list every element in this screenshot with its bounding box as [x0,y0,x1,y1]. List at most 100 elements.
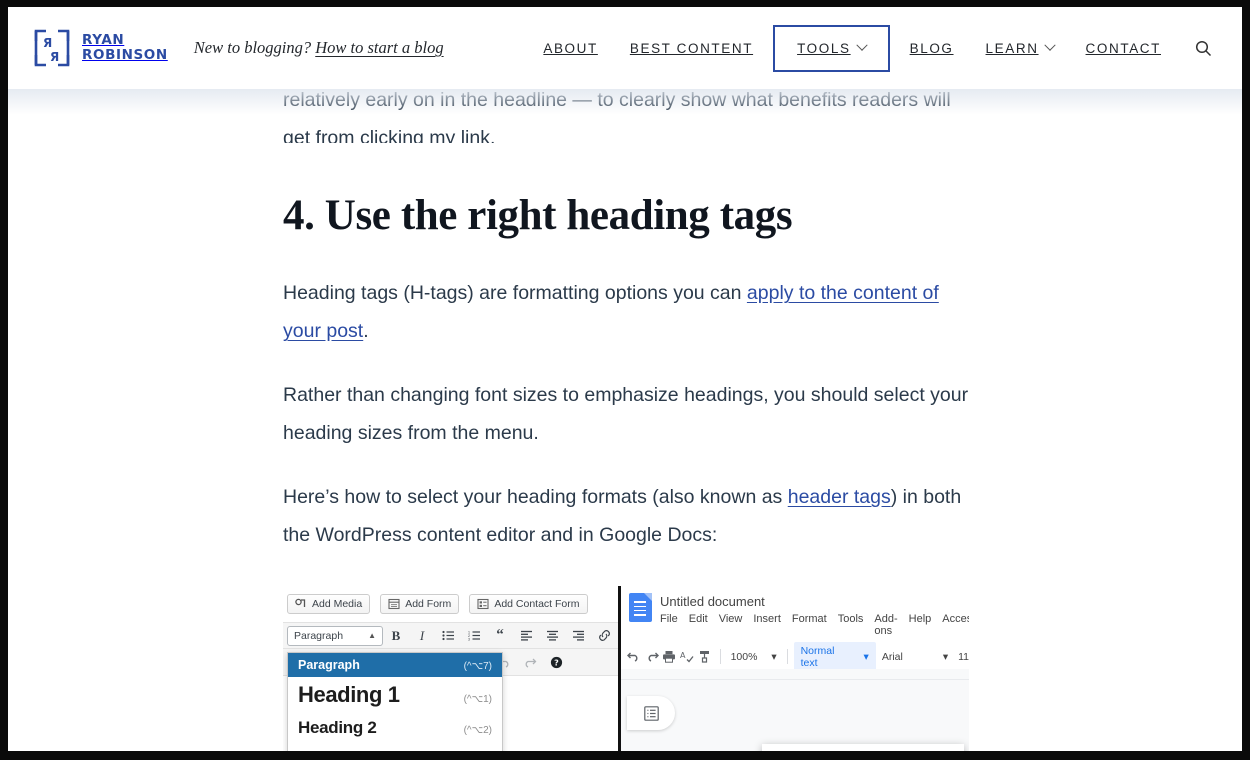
menu-item-view[interactable]: View [719,613,743,637]
add-contact-form-label: Add Contact Form [494,598,579,610]
add-media-button[interactable]: Add Media [287,594,370,614]
paragraph-format-select[interactable]: Paragraph ▲ [287,626,383,646]
menu-item-file[interactable]: File [660,613,678,637]
dropdown-item-heading-2[interactable]: Heading 2 (^⌥2) [288,713,502,743]
chevron-down-icon [856,40,867,51]
clipped-paragraph-text: relatively early on in the headline — to… [283,81,973,143]
font-family-value: Arial [882,651,903,663]
align-center-icon[interactable] [539,622,565,649]
dropdown-shortcut-heading-1: (^⌥1) [464,694,492,705]
svg-text:Я: Я [50,50,59,64]
menu-item-accessibility[interactable]: Acces [942,613,969,637]
bulleted-list-icon[interactable] [435,622,461,649]
paragraph-2: Rather than changing font sizes to empha… [283,376,973,452]
italic-icon[interactable]: I [409,622,435,649]
menu-item-format[interactable]: Format [792,613,827,637]
embedded-screenshot: Add Media Add Form Add Contact Form [283,586,969,751]
search-button[interactable] [1177,32,1226,65]
nav-label-tools: TOOLS [797,41,851,56]
header-tags-link[interactable]: header tags [788,486,891,508]
wordpress-toolbar-row-1: Paragraph ▲ B I 123 “ [283,622,618,649]
google-docs-canvas: ✓ Normal text ▶ Title ▶ [621,680,969,751]
add-media-label: Add Media [312,598,362,610]
dropdown-item-paragraph[interactable]: Paragraph (^⌥7) [288,653,502,677]
dropdown-label-heading-3: Heading 3 [298,748,365,751]
site-header: Я Я RYAN ROBINSON New to blogging? How t… [8,7,1242,89]
nav-item-blog[interactable]: BLOG [894,34,970,63]
redo-icon[interactable] [517,649,543,676]
nav-item-learn[interactable]: LEARN [970,34,1070,63]
font-size-value[interactable]: 11 [954,651,969,663]
add-form-icon [388,598,400,610]
paragraph-format-value: Paragraph [294,630,343,642]
bold-icon[interactable]: B [383,622,409,649]
numbered-list-icon[interactable]: 123 [461,622,487,649]
help-icon[interactable]: ? [543,649,569,676]
nav-item-best-content[interactable]: BEST CONTENT [614,34,769,63]
document-outline-button[interactable] [627,696,675,730]
site-logo[interactable]: Я Я RYAN ROBINSON [32,28,168,68]
menu-item-help[interactable]: Help [909,613,932,637]
svg-text:3: 3 [468,638,470,642]
nav-item-about[interactable]: ABOUT [527,34,614,63]
main-navigation: ABOUT BEST CONTENT TOOLS BLOG LEARN CONT… [527,27,1242,70]
screenshot-frame: Я Я RYAN ROBINSON New to blogging? How t… [0,0,1250,760]
browser-page: Я Я RYAN ROBINSON New to blogging? How t… [8,7,1242,751]
dropdown-label-paragraph: Paragraph [298,658,360,672]
chevron-down-icon: ▾ [771,651,776,663]
clipped-line-1: relatively early on in the headline — to… [283,89,951,111]
dropdown-label-heading-1: Heading 1 [298,682,400,708]
add-media-icon [295,598,307,610]
add-contact-form-icon [477,598,489,610]
svg-text:A: A [680,651,686,660]
how-to-start-a-blog-link[interactable]: How to start a blog [315,38,443,57]
ryan-robinson-logo-mark-icon: Я Я [32,28,72,68]
nav-label-learn: LEARN [986,41,1039,56]
font-family-select[interactable]: Arial ▾ [876,651,954,663]
site-logo-text: RYAN ROBINSON [82,33,168,63]
align-left-icon[interactable] [513,622,539,649]
paint-format-icon[interactable] [696,647,714,667]
print-icon[interactable] [660,647,678,667]
toolbar-divider [720,649,721,664]
dropdown-item-heading-3[interactable]: Heading 3 (^⌥3) [288,743,502,751]
google-docs-screenshot: Untitled document File Edit View Insert … [621,586,969,751]
paragraph-style-value: Normal text [801,645,846,669]
section-heading: 4. Use the right heading tags [283,191,1182,240]
align-right-icon[interactable] [565,622,591,649]
document-outline-icon [644,706,659,721]
clipped-paragraph: relatively early on in the headline — to… [283,81,1182,143]
nav-label-about: ABOUT [543,41,598,56]
add-form-label: Add Form [405,598,451,610]
document-ruler [621,669,969,680]
document-title[interactable]: Untitled document [660,593,969,609]
dropdown-label-heading-2: Heading 2 [298,718,377,738]
nav-item-contact[interactable]: CONTACT [1070,34,1177,63]
toolbar-divider [787,649,788,664]
paragraph-format-dropdown[interactable]: Paragraph (^⌥7) Heading 1 (^⌥1) Heading … [287,652,503,751]
google-docs-menubar: File Edit View Insert Format Tools Add-o… [660,613,969,637]
redo-icon[interactable] [643,647,661,667]
article-content: relatively early on in the headline — to… [8,81,1242,751]
menu-item-tools[interactable]: Tools [838,613,864,637]
chevron-up-icon: ▲ [368,631,376,640]
menu-item-add-ons[interactable]: Add-ons [874,613,897,637]
add-form-button[interactable]: Add Form [380,594,459,614]
blockquote-icon[interactable]: “ [487,622,513,649]
paragraph-1-text-before: Heading tags (H-tags) are formatting opt… [283,282,747,304]
menu-item-edit[interactable]: Edit [689,613,708,637]
paragraph-1: Heading tags (H-tags) are formatting opt… [283,274,973,350]
paragraph-style-dropdown[interactable]: ✓ Normal text ▶ Title ▶ [762,744,964,751]
undo-icon[interactable] [625,647,643,667]
embed-divider [618,586,621,751]
wordpress-editor-screenshot: Add Media Add Form Add Contact Form [283,586,618,751]
spellcheck-icon[interactable]: A [678,647,696,667]
style-item-normal-text[interactable]: ✓ Normal text ▶ [762,748,964,751]
zoom-select[interactable]: 100% ▾ [727,651,781,663]
paragraph-style-select[interactable]: Normal text ▾ [794,642,876,672]
menu-item-insert[interactable]: Insert [753,613,781,637]
add-contact-form-button[interactable]: Add Contact Form [469,594,587,614]
dropdown-item-heading-1[interactable]: Heading 1 (^⌥1) [288,677,502,713]
link-icon[interactable] [591,622,617,649]
nav-item-tools[interactable]: TOOLS [775,27,888,70]
